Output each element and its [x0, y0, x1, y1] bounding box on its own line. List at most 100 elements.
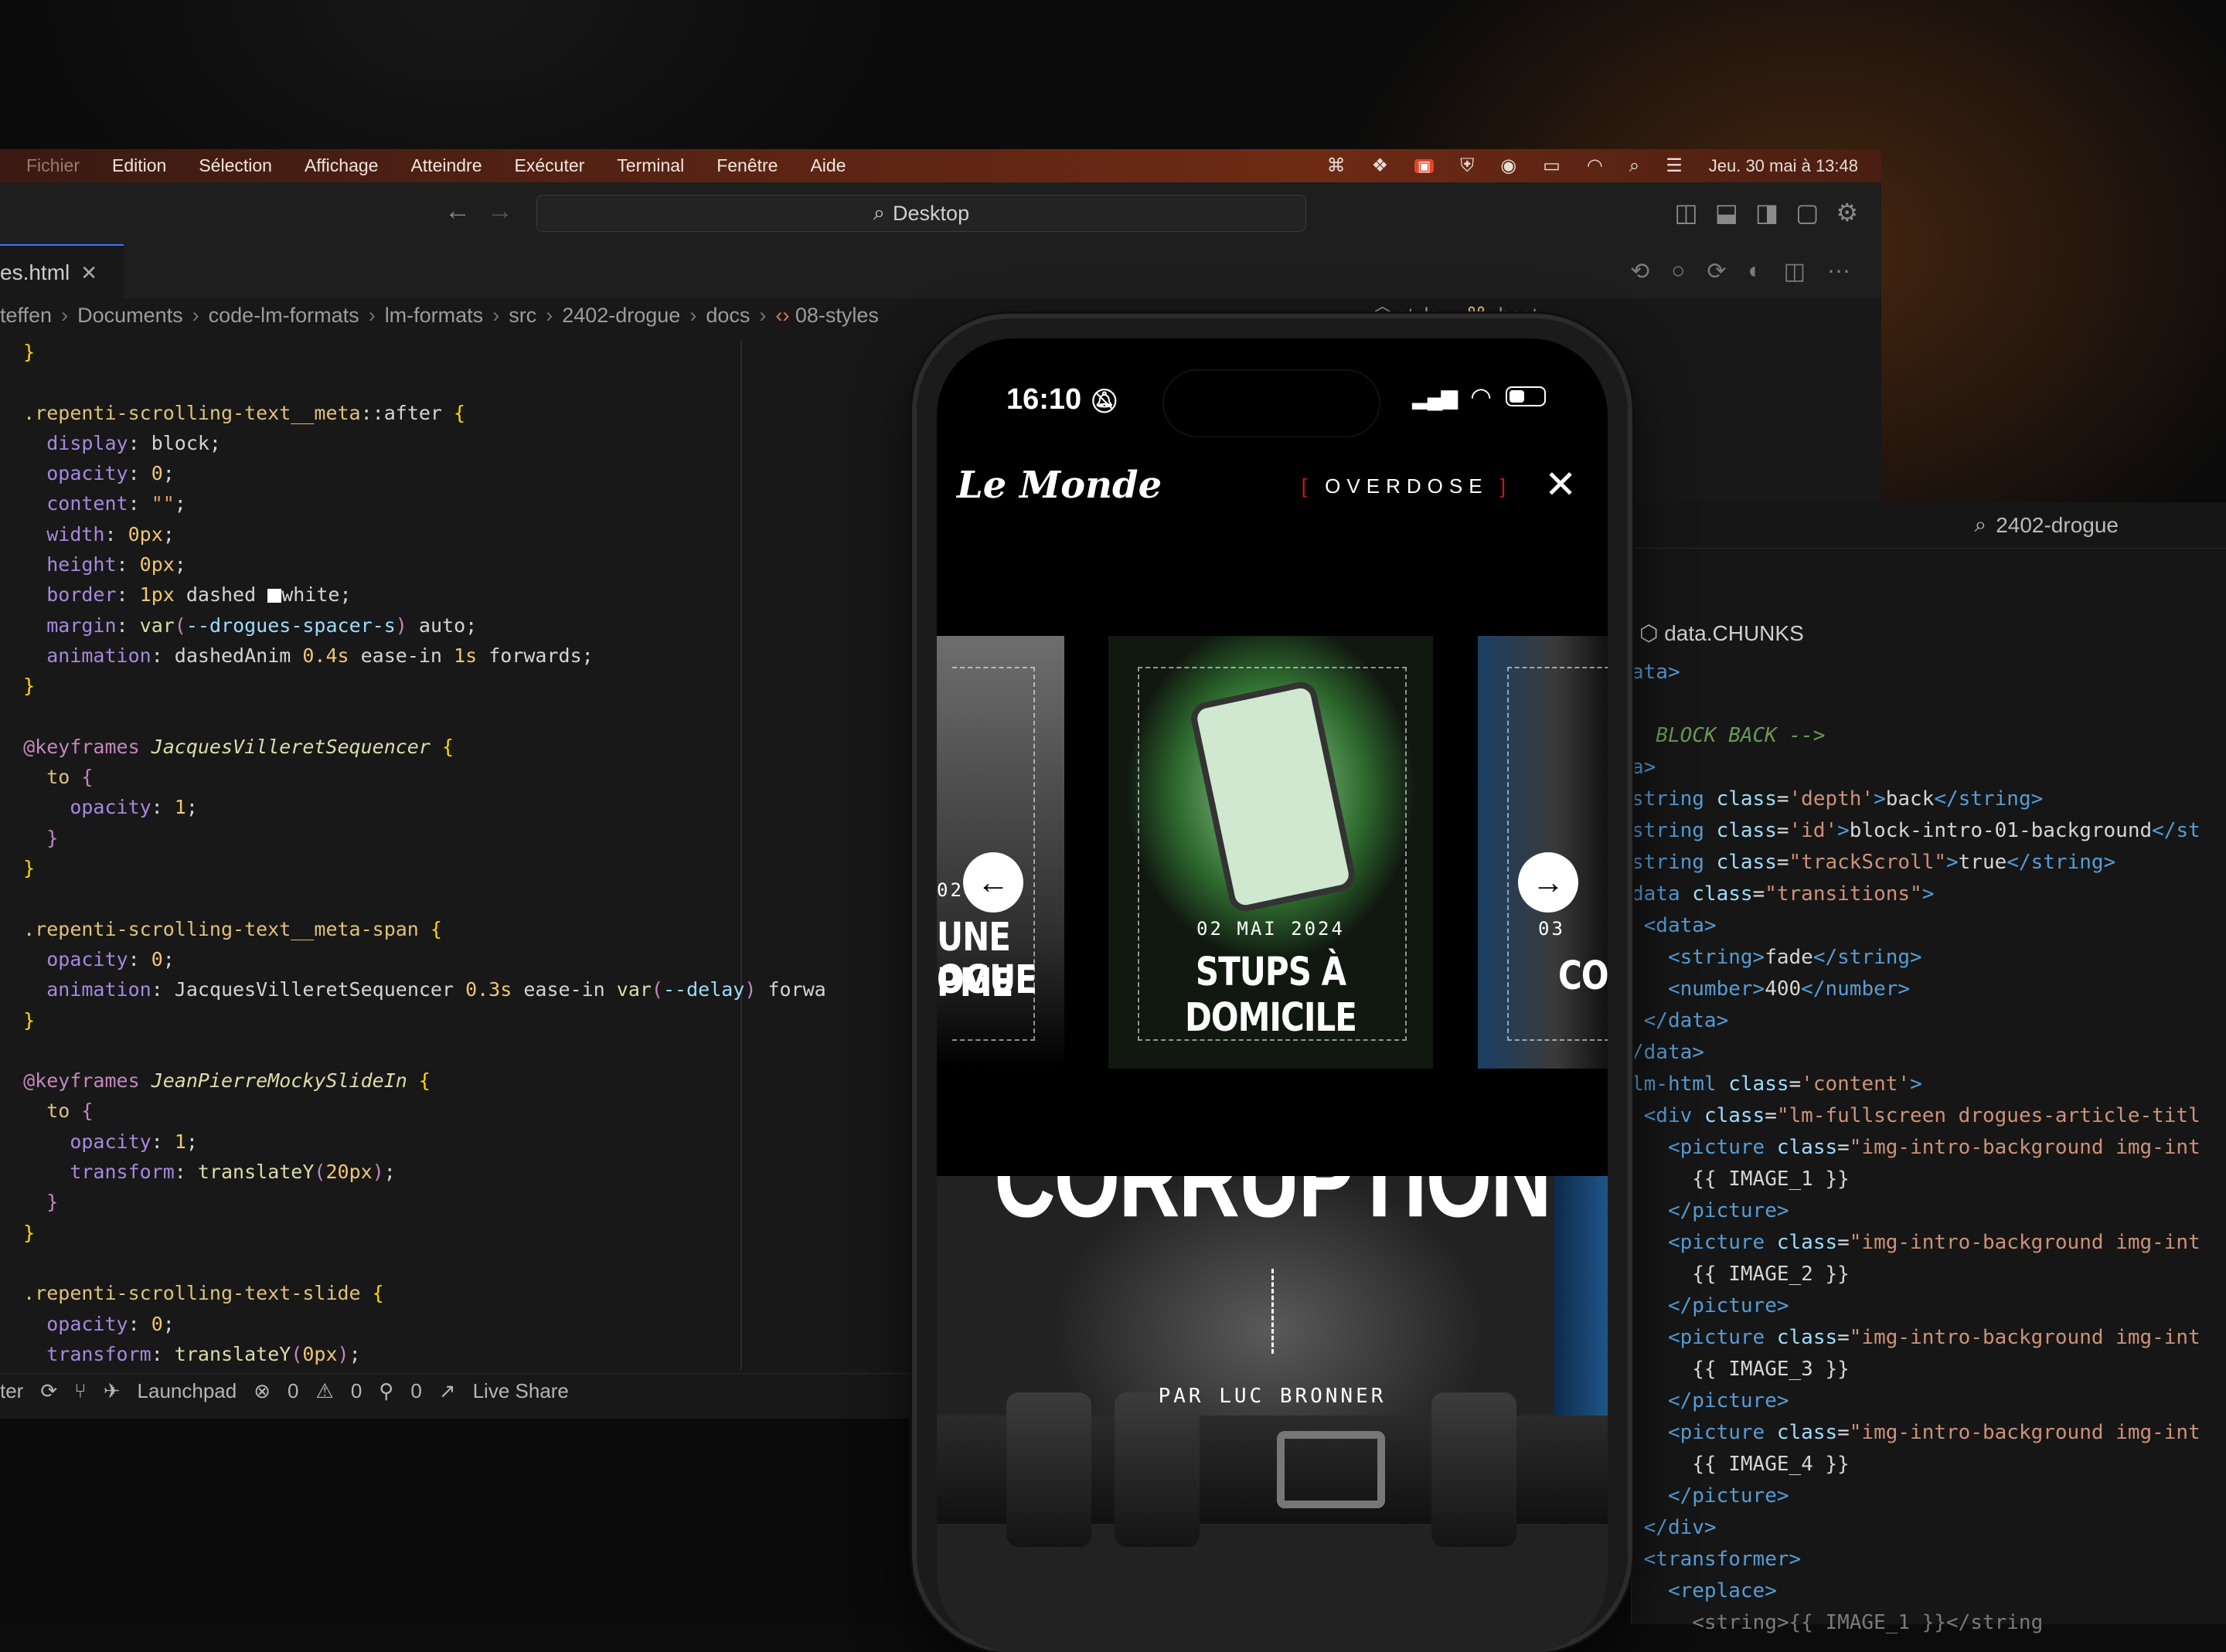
breadcrumb-item[interactable]: docs	[706, 304, 750, 328]
card-date: 02 MAI 2024	[1196, 918, 1345, 940]
menu-executer[interactable]: Exécuter	[515, 155, 585, 176]
menu-fenetre[interactable]: Fenêtre	[716, 155, 778, 176]
command-center-search[interactable]: ⌕ Desktop	[536, 195, 1306, 232]
menu-selection[interactable]: Sélection	[199, 155, 272, 176]
more-actions-icon[interactable]: ⋯	[1827, 258, 1850, 285]
breadcrumb-item[interactable]: lm-formats	[385, 304, 484, 328]
menubar-datetime[interactable]: Jeu. 30 mai à 13:48	[1709, 156, 1858, 176]
editor-statusbar: ter ⟳ ⑂ ✈ Launchpad ⊗ 0 ⚠ 0 ⚲ 0 ↗ Live Shar…	[0, 1373, 912, 1408]
branch-icon[interactable]: ⑂	[74, 1379, 87, 1403]
buckle-illustration	[1277, 1431, 1385, 1508]
card-title: COR	[1558, 953, 1608, 998]
play-icon[interactable]: ◉	[1500, 156, 1516, 175]
control-center-icon[interactable]: ☰	[1666, 156, 1683, 175]
story-title: CORRUPTION	[994, 1176, 1551, 1241]
tab-active-file[interactable]: es.html ✕	[0, 244, 124, 300]
bell-muted-icon: 🔕︎	[1089, 389, 1119, 414]
phone-screen: 16:10 🔕︎ ▂▄▆ ◠ Le Monde [ OVERDOSE ] ✕ 0…	[937, 338, 1608, 1652]
shield-icon[interactable]: ⛨	[1460, 156, 1474, 175]
chat-icon[interactable]: ▢	[1795, 198, 1819, 227]
split-editor-icon[interactable]: ◫	[1784, 258, 1806, 285]
carousel-prev-arrow-icon[interactable]: ←	[963, 852, 1023, 913]
close-icon[interactable]: ✕	[1544, 462, 1577, 507]
dropbox-icon[interactable]: ❖	[1372, 156, 1389, 175]
css-code[interactable]: } .repenti-scrolling-text__meta::after {…	[0, 337, 912, 1372]
card-title: STUPS À DOMICILE	[1185, 949, 1357, 1040]
error-count[interactable]: 0	[288, 1379, 298, 1403]
menu-atteindre[interactable]: Atteindre	[410, 155, 482, 176]
phone-time: 16:10 🔕︎	[1006, 383, 1119, 416]
tab-label: es.html	[0, 260, 70, 284]
battery-icon[interactable]: ▭	[1543, 156, 1561, 175]
menubar-status-area: ⌘ ❖ ▣ ⛨ ◉ ▭ ◠ ⌕ ☰ Jeu. 30 mai à 13:48	[1327, 149, 1858, 182]
section-label: [ OVERDOSE ]	[1301, 474, 1512, 498]
carousel-card[interactable]: 024 UNE PME OGUE	[937, 636, 1064, 1069]
battery-icon	[1506, 386, 1546, 406]
launchpad-label[interactable]: Launchpad	[138, 1379, 237, 1403]
ports-icon: ⚲	[379, 1378, 394, 1402]
search-icon[interactable]: ⌕	[1629, 156, 1639, 175]
carousel-next-arrow-icon[interactable]: →	[1518, 852, 1578, 913]
menubar-menu: Fichier Edition Sélection Affichage Atte…	[0, 155, 879, 176]
signal-icon: ▂▄▆	[1412, 384, 1458, 409]
menu-affichage[interactable]: Affichage	[305, 155, 378, 176]
ports-count[interactable]: 0	[410, 1379, 421, 1403]
carousel-card[interactable]: 02 MAI 2024 STUPS À DOMICILE	[1108, 636, 1433, 1069]
liveshare-label[interactable]: Live Share	[473, 1379, 569, 1403]
search-label: Desktop	[893, 201, 970, 225]
html-code[interactable]: ata> BLOCK BACK --> a> string class='dep…	[1632, 657, 2200, 1639]
menu-fichier[interactable]: Fichier	[26, 155, 80, 176]
search-icon: ⌕	[873, 201, 886, 224]
pouch-illustration	[1115, 1392, 1200, 1547]
dynamic-island	[1164, 371, 1379, 436]
back-arrow-icon[interactable]: ←	[444, 196, 471, 226]
breadcrumb-item[interactable]: 2402-drogue	[562, 304, 680, 328]
menu-aide[interactable]: Aide	[810, 155, 846, 176]
html-tag-icon: ‹›	[775, 303, 790, 327]
le-monde-logo[interactable]: Le Monde	[957, 464, 1162, 507]
search-icon: ⌕	[1974, 512, 1987, 536]
warning-count[interactable]: 0	[351, 1379, 362, 1403]
secondary-search[interactable]: ⌕ 2402-drogue	[1632, 502, 2226, 549]
git-icon[interactable]: ◐	[1748, 258, 1762, 285]
breadcrumb-item[interactable]: code-lm-formats	[209, 304, 359, 328]
breadcrumb: teffen › Documents › code-lm-formats › lm-f…	[0, 303, 1538, 328]
secondary-editor-panel: ⌕ 2402-drogue ⬡ data.CHUNKS ata> BLOCK B…	[1631, 502, 2226, 1634]
rocket-icon: ✈	[103, 1378, 121, 1402]
settings-gear-icon[interactable]: ⚙	[1836, 198, 1858, 227]
editor-tabbar: es.html ✕ ⟲ ○ ⟳ ◐ ◫ ⋯	[0, 244, 1881, 300]
secondary-breadcrumb[interactable]: ⬡ data.CHUNKS	[1639, 620, 1804, 646]
mac-menubar: Fichier Edition Sélection Affichage Atte…	[0, 149, 1881, 182]
story-hero: CORRUPTION PAR LUC BRONNER	[937, 1176, 1608, 1652]
wifi-icon[interactable]: ◠	[1587, 156, 1603, 175]
article-carousel[interactable]: 024 UNE PME OGUE 02 MAI 2024 STUPS À DOM…	[937, 636, 1608, 1069]
secondary-breadcrumb-label: data.CHUNKS	[1664, 621, 1804, 645]
story-byline: PAR LUC BRONNER	[1158, 1385, 1387, 1408]
editor-titlebar: ← → ⌕ Desktop ◫ ⬓ ◨ ▢ ⚙	[0, 182, 1881, 245]
phone-status-icons: ▂▄▆ ◠	[1412, 382, 1546, 411]
status-left-fragment[interactable]: ter	[0, 1379, 23, 1403]
menu-edition[interactable]: Edition	[112, 155, 166, 176]
toggle-sidebar-icon[interactable]: ◫	[1674, 198, 1697, 227]
close-tab-icon[interactable]: ✕	[80, 261, 97, 285]
compare-icon[interactable]: ⟲	[1630, 258, 1649, 285]
command-icon[interactable]: ⌘	[1327, 156, 1346, 175]
breadcrumb-item[interactable]: Documents	[77, 304, 183, 328]
wifi-icon: ◠	[1470, 382, 1492, 410]
forward-arrow-icon[interactable]: →	[487, 196, 513, 226]
breadcrumb-item[interactable]: 08-styles	[795, 304, 879, 328]
app-icon[interactable]: ▣	[1414, 158, 1435, 173]
circle-icon[interactable]: ○	[1671, 258, 1685, 285]
breadcrumb-item[interactable]: src	[509, 304, 536, 328]
pouch-illustration	[1431, 1392, 1516, 1547]
warning-icon: ⚠	[315, 1378, 334, 1402]
sync-icon[interactable]: ⟳	[40, 1379, 57, 1403]
liveshare-icon: ↗	[438, 1378, 456, 1402]
breadcrumb-item[interactable]: teffen	[0, 304, 52, 328]
toggle-panel-icon[interactable]: ⬓	[1715, 198, 1738, 227]
smartphone-mockup: 16:10 🔕︎ ▂▄▆ ◠ Le Monde [ OVERDOSE ] ✕ 0…	[917, 318, 1628, 1652]
forward-icon[interactable]: ⟳	[1707, 258, 1726, 285]
pouch-illustration	[1006, 1392, 1091, 1547]
toggle-secondary-sidebar-icon[interactable]: ◨	[1755, 198, 1778, 227]
menu-terminal[interactable]: Terminal	[617, 155, 684, 176]
